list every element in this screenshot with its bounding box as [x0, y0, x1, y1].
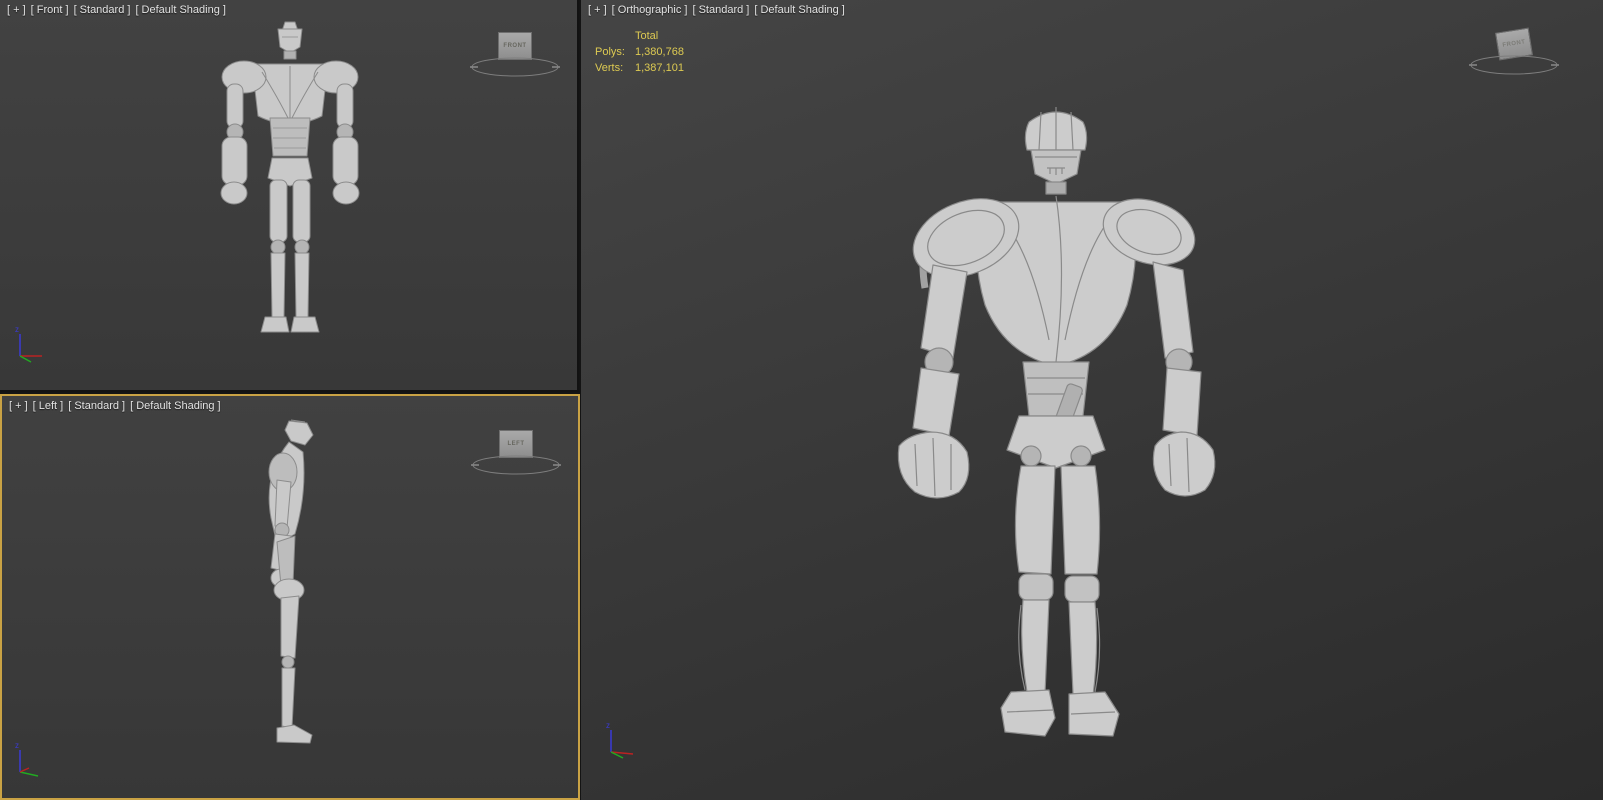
statistics-overlay: Total Polys: 1,380,768 Verts: 1,387,101	[595, 30, 684, 74]
viewcube-compass-icon[interactable]	[1468, 54, 1560, 78]
viewport-menu-renderer[interactable]: [ Standard ]	[68, 400, 125, 412]
robot-model-side-view[interactable]	[237, 416, 347, 761]
viewport-menu-pov[interactable]: [ Orthographic ]	[612, 4, 688, 16]
viewcube-compass-icon[interactable]	[469, 56, 561, 80]
viewport-menu-general[interactable]: [ + ]	[7, 4, 26, 16]
viewport-menu-general[interactable]: [ + ]	[9, 400, 28, 412]
stats-total-label: Total	[635, 30, 659, 42]
axis-z-label: z	[606, 721, 610, 730]
viewcube-compass-icon[interactable]	[470, 454, 562, 478]
stats-polys-label: Polys:	[595, 46, 625, 58]
viewport-ortho-label: [ + ] [ Orthographic ] [ Standard ] [ De…	[588, 4, 845, 16]
viewport-front[interactable]: [ + ] [ Front ] [ Standard ] [ Default S…	[0, 0, 579, 392]
viewport-menu-shading[interactable]: [ Default Shading ]	[754, 4, 845, 16]
viewport-left-active[interactable]: [ + ] [ Left ] [ Standard ] [ Default Sh…	[0, 394, 580, 800]
viewport-left-label: [ + ] [ Left ] [ Standard ] [ Default Sh…	[9, 400, 221, 412]
stats-verts-value: 1,387,101	[635, 62, 684, 74]
viewport-menu-general[interactable]: [ + ]	[588, 4, 607, 16]
axis-tripod-icon: z	[15, 325, 42, 363]
viewcube-widget[interactable]: FRONT	[1468, 27, 1560, 78]
robot-model-front-view[interactable]	[190, 20, 390, 365]
viewport-menu-shading[interactable]: [ Default Shading ]	[130, 400, 221, 412]
viewport-menu-renderer[interactable]: [ Standard ]	[692, 4, 749, 16]
viewcube-widget[interactable]: LEFT	[470, 428, 562, 478]
robot-model-perspective-view[interactable]	[871, 100, 1241, 760]
viewport-front-label: [ + ] [ Front ] [ Standard ] [ Default S…	[7, 4, 226, 16]
viewcube-widget[interactable]: FRONT	[469, 30, 561, 80]
viewport-menu-pov[interactable]: [ Left ]	[33, 400, 64, 412]
viewport-area: [ + ] [ Front ] [ Standard ] [ Default S…	[0, 0, 1603, 800]
viewport-orthographic[interactable]: [ + ] [ Orthographic ] [ Standard ] [ De…	[581, 0, 1603, 800]
viewport-menu-renderer[interactable]: [ Standard ]	[74, 4, 131, 16]
stats-polys-value: 1,380,768	[635, 46, 684, 58]
axis-z-label: z	[15, 741, 19, 750]
axis-tripod-icon: z	[606, 721, 634, 759]
axis-z-label: z	[15, 325, 19, 334]
viewport-menu-shading[interactable]: [ Default Shading ]	[135, 4, 226, 16]
stats-verts-label: Verts:	[595, 62, 624, 74]
viewport-menu-pov[interactable]: [ Front ]	[31, 4, 69, 16]
axis-tripod-icon: z	[15, 741, 39, 777]
